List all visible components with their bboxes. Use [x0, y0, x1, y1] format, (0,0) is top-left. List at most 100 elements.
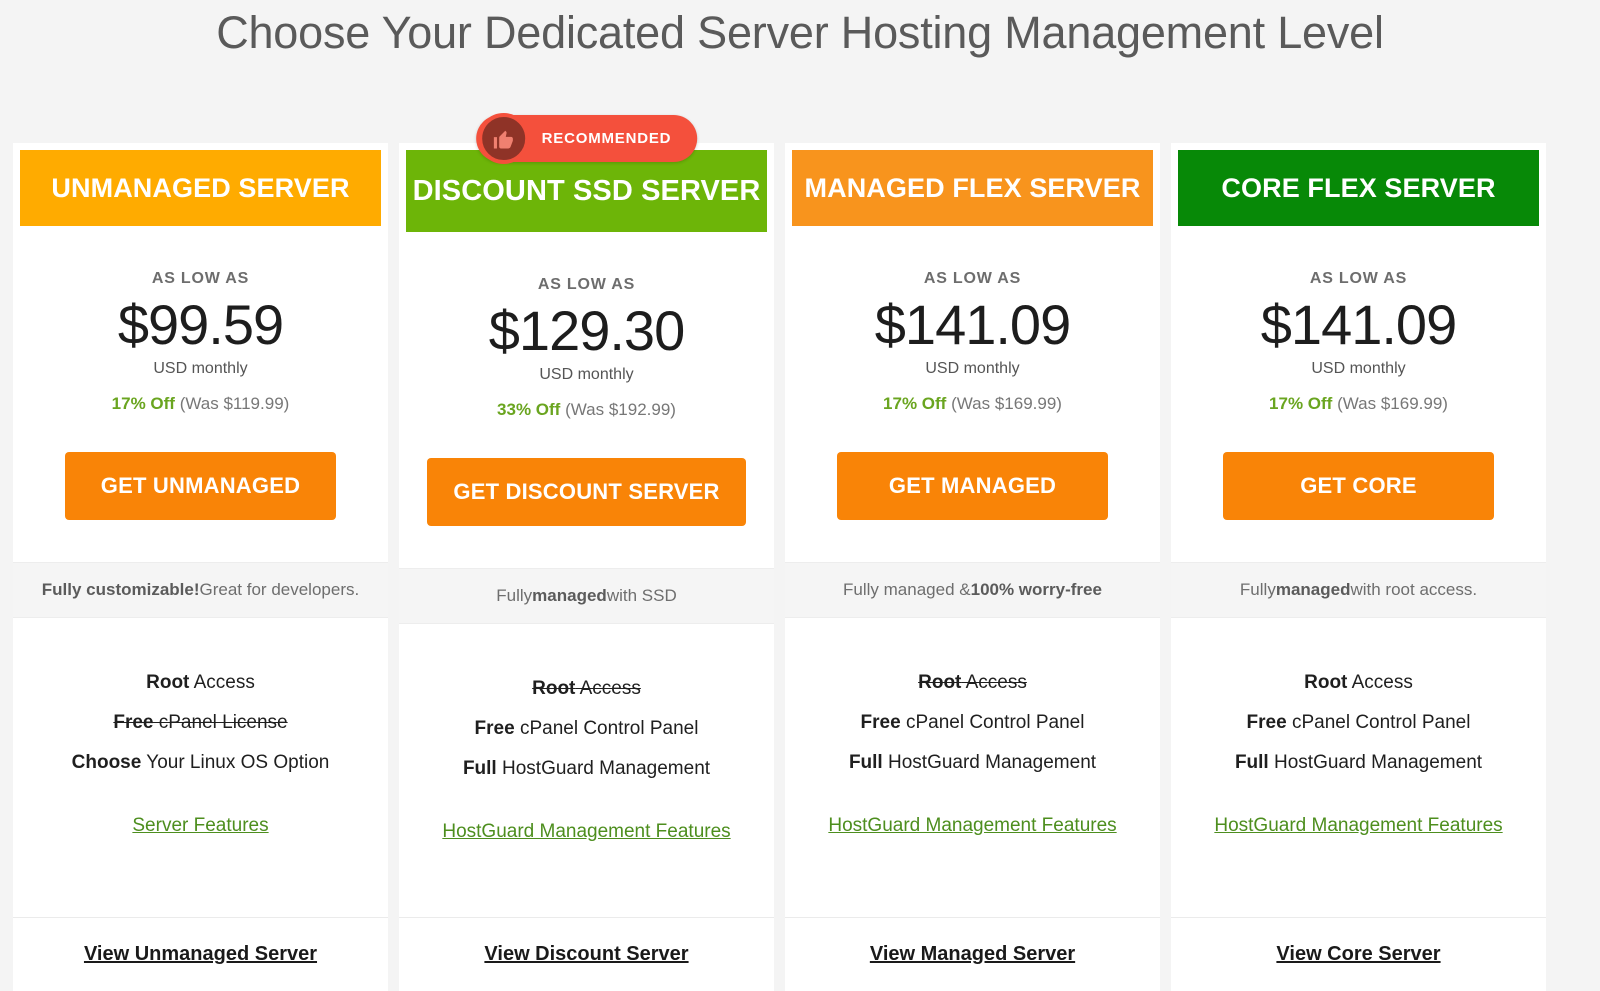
feature-item: Root Access: [1171, 663, 1546, 703]
feature-emphasis: Free: [861, 712, 901, 733]
feature-item: Full HostGuard Management: [399, 749, 774, 789]
tagline-prefix: Fully: [496, 586, 532, 606]
tagline-text: Great for developers.: [200, 580, 360, 600]
original-price-value: (Was $192.99): [565, 400, 676, 419]
view-server-link[interactable]: View Managed Server: [870, 943, 1075, 966]
pricing-card-list: UNMANAGED SERVER AS LOW AS $99.59 USD month…: [13, 143, 1587, 991]
discount-line: 17% Off (Was $169.99): [1171, 394, 1546, 414]
price-period: USD monthly: [1171, 360, 1546, 378]
feature-list: Root Access Free cPanel Control Panel Full…: [1171, 618, 1546, 917]
feature-list: Root AccessFree cPanel Control PanelFull…: [399, 624, 774, 917]
features-link[interactable]: HostGuard Management Features: [442, 821, 730, 842]
features-link[interactable]: HostGuard Management Features: [1214, 815, 1502, 836]
feature-emphasis: Full: [849, 752, 883, 773]
discount-percent: 33% Off: [497, 400, 560, 419]
view-server-link[interactable]: View Core Server: [1276, 943, 1440, 966]
feature-text: Access: [1347, 672, 1412, 693]
feature-text: cPanel Control Panel: [515, 718, 699, 739]
original-price-value: (Was $169.99): [1337, 394, 1448, 413]
view-server-link[interactable]: View Discount Server: [484, 943, 688, 966]
feature-emphasis: Choose: [72, 752, 142, 773]
discount-line: 17% Off (Was $119.99): [13, 394, 388, 414]
tagline-text: with root access.: [1350, 580, 1477, 600]
feature-text: cPanel License: [153, 712, 287, 733]
feature-emphasis: Root: [1304, 672, 1347, 693]
price-amount: $99.59: [13, 292, 388, 358]
price-block: AS LOW AS$99.59USD monthly17% Off (Was $…: [13, 226, 388, 414]
feature-item: Full HostGuard Management: [1171, 743, 1546, 783]
discount-percent: 17% Off: [1269, 394, 1332, 413]
tagline-prefix: Fully: [1240, 580, 1276, 600]
features-link[interactable]: HostGuard Management Features: [828, 815, 1116, 836]
card-header-wrap: CORE FLEX SERVER: [1171, 143, 1546, 226]
card-tagline: Fully managed with root access.: [1171, 562, 1546, 618]
pricing-page: Choose Your Dedicated Server Hosting Man…: [0, 0, 1600, 991]
cta-wrap: GET UNMANAGED: [13, 414, 388, 562]
feature-text: HostGuard Management: [883, 752, 1096, 773]
view-server-link[interactable]: View Unmanaged Server: [84, 943, 317, 966]
feature-emphasis: Root: [918, 672, 961, 693]
card-header: UNMANAGED SERVER: [20, 150, 381, 226]
feature-item: Root Access: [399, 669, 774, 709]
card-footer: View Managed Server: [785, 917, 1160, 991]
as-low-as-label: AS LOW AS: [399, 276, 774, 294]
feature-link-wrap: HostGuard Management Features: [785, 815, 1160, 837]
feature-text: Your Linux OS Option: [141, 752, 329, 773]
as-low-as-label: AS LOW AS: [785, 270, 1160, 288]
card-header-wrap: UNMANAGED SERVER: [13, 143, 388, 226]
feature-link-wrap: HostGuard Management Features: [399, 821, 774, 843]
pricing-card: MANAGED FLEX SERVERAS LOW AS$141.09USD m…: [785, 143, 1160, 991]
buy-button[interactable]: GET MANAGED: [837, 452, 1108, 520]
feature-emphasis: Root: [532, 678, 575, 699]
feature-text: HostGuard Management: [1269, 752, 1482, 773]
card-footer: View Core Server: [1171, 917, 1546, 991]
price-amount: $141.09: [1171, 292, 1546, 358]
buy-button[interactable]: GET DISCOUNT SERVER: [427, 458, 745, 526]
features-link[interactable]: Server Features: [132, 815, 268, 836]
price-block: AS LOW AS$141.09USD monthly17% Off (Was …: [1171, 226, 1546, 414]
feature-emphasis: Full: [1235, 752, 1269, 773]
feature-item: Free cPanel Control Panel: [785, 703, 1160, 743]
card-header: CORE FLEX SERVER: [1178, 150, 1539, 226]
price-block: AS LOW AS$141.09USD monthly17% Off (Was …: [785, 226, 1160, 414]
feature-emphasis: Free: [113, 712, 153, 733]
discount-percent: 17% Off: [112, 394, 175, 413]
feature-text: cPanel Control Panel: [901, 712, 1085, 733]
buy-button[interactable]: GET CORE: [1223, 452, 1494, 520]
feature-emphasis: Root: [146, 672, 189, 693]
price-period: USD monthly: [785, 360, 1160, 378]
pricing-card: CORE FLEX SERVERAS LOW AS$141.09USD mont…: [1171, 143, 1546, 991]
feature-emphasis: Free: [475, 718, 515, 739]
feature-list: Root AccessFree cPanel LicenseChoose You…: [13, 618, 388, 917]
card-tagline: Fully managed & 100% worry-free: [785, 562, 1160, 618]
card-header: MANAGED FLEX SERVER: [792, 150, 1153, 226]
feature-emphasis: Free: [1247, 712, 1287, 733]
feature-link-wrap: Server Features: [13, 815, 388, 837]
card-tagline: Fully managed with SSD: [399, 568, 774, 624]
feature-item: Full HostGuard Management: [785, 743, 1160, 783]
cta-wrap: GET DISCOUNT SERVER: [399, 420, 774, 568]
feature-item: Choose Your Linux OS Option: [13, 743, 388, 783]
feature-item: Free cPanel License: [13, 703, 388, 743]
tagline-emphasis: Fully customizable!: [42, 580, 200, 600]
feature-text: cPanel Control Panel: [1287, 712, 1471, 733]
feature-text: Access: [961, 672, 1026, 693]
recommended-badge-label: RECOMMENDED: [542, 130, 672, 147]
feature-link-wrap: HostGuard Management Features: [1171, 815, 1546, 837]
recommended-badge: RECOMMENDED: [476, 115, 698, 162]
card-footer: View Unmanaged Server: [13, 917, 388, 991]
tagline-text: with SSD: [607, 586, 677, 606]
discount-line: 17% Off (Was $169.99): [785, 394, 1160, 414]
card-header-wrap: MANAGED FLEX SERVER: [785, 143, 1160, 226]
tagline-emphasis: 100% worry-free: [971, 580, 1102, 600]
price-period: USD monthly: [13, 360, 388, 378]
card-footer: View Discount Server: [399, 917, 774, 991]
feature-item: Free cPanel Control Panel: [399, 709, 774, 749]
tagline-emphasis: managed: [1276, 580, 1351, 600]
card-header: DISCOUNT SSD SERVER: [406, 150, 767, 232]
tagline-emphasis: managed: [532, 586, 607, 606]
price-period: USD monthly: [399, 366, 774, 384]
thumbs-up-icon: [478, 113, 529, 164]
buy-button[interactable]: GET UNMANAGED: [65, 452, 336, 520]
discount-percent: 17% Off: [883, 394, 946, 413]
